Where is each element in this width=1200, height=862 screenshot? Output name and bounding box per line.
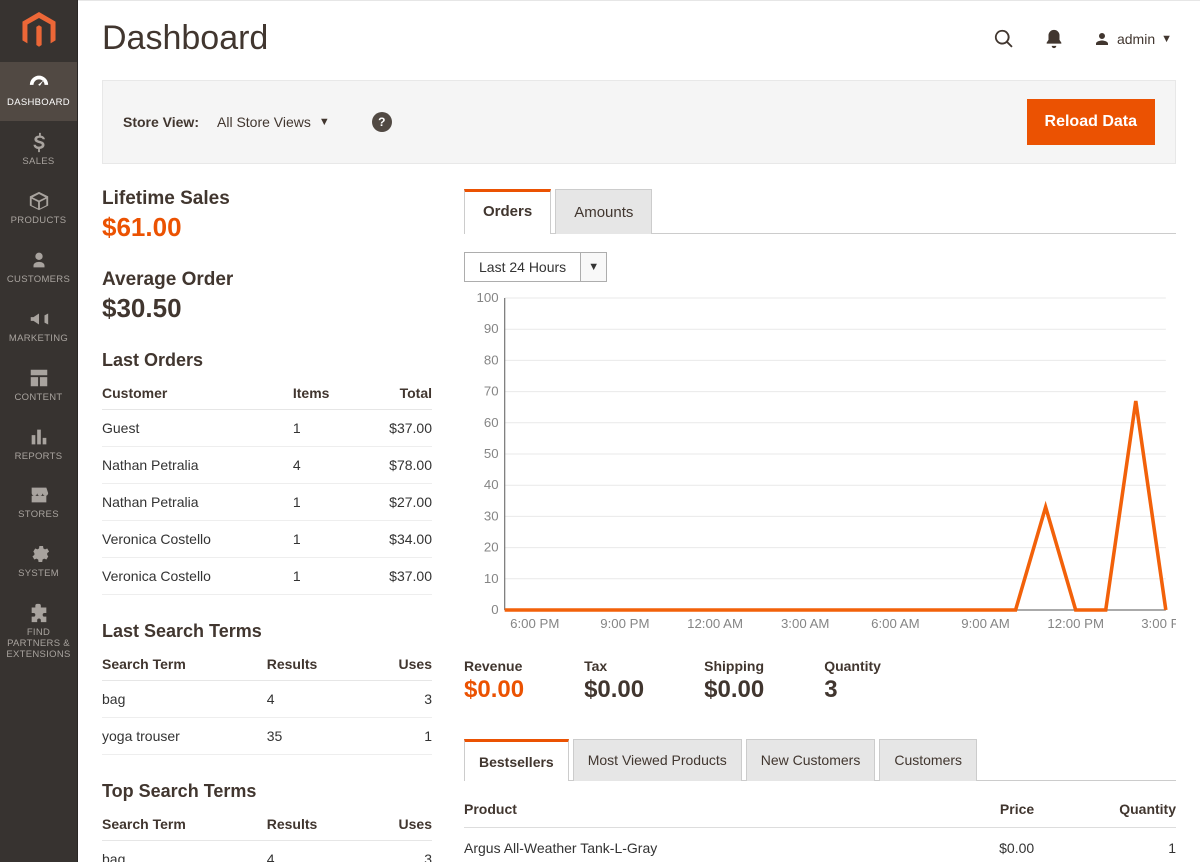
megaphone-icon <box>26 308 52 330</box>
nav-customers[interactable]: CUSTOMERS <box>0 239 77 298</box>
reload-data-button[interactable]: Reload Data <box>1027 99 1155 145</box>
nav-marketing[interactable]: MARKETING <box>0 298 77 357</box>
bell-icon[interactable] <box>1043 28 1065 50</box>
gauge-icon <box>26 72 52 94</box>
lifetime-sales-value: $61.00 <box>102 212 432 243</box>
table-row[interactable]: yoga trouser351 <box>102 718 432 755</box>
metric: Tax $0.00 <box>584 658 644 704</box>
svg-text:9:00 AM: 9:00 AM <box>961 616 1010 631</box>
average-order-label: Average Order <box>102 269 432 291</box>
tab-bestsellers[interactable]: Bestsellers <box>464 739 569 781</box>
tab-most-viewed[interactable]: Most Viewed Products <box>573 739 742 781</box>
nav-content[interactable]: CONTENT <box>0 357 77 416</box>
table-row[interactable]: bag43 <box>102 681 432 718</box>
layout-icon <box>26 367 52 389</box>
table-row[interactable]: Nathan Petralia4$78.00 <box>102 447 432 484</box>
bar-chart-icon <box>26 426 52 448</box>
table-row[interactable]: Veronica Costello1$37.00 <box>102 558 432 595</box>
box-icon <box>26 190 52 212</box>
svg-text:10: 10 <box>484 571 499 586</box>
left-column: Lifetime Sales $61.00 Average Order $30.… <box>102 188 432 862</box>
tab-new-customers[interactable]: New Customers <box>746 739 876 781</box>
help-icon[interactable]: ? <box>372 112 392 132</box>
svg-text:100: 100 <box>477 290 499 305</box>
table-row[interactable]: Nathan Petralia1$27.00 <box>102 484 432 521</box>
nav-sales[interactable]: SALES <box>0 121 77 180</box>
nav-products[interactable]: PRODUCTS <box>0 180 77 239</box>
bestsellers-table: Product Price Quantity Argus All-Weather… <box>464 791 1176 862</box>
orders-chart: 0 10 20 30 40 50 60 70 80 90 100 6:00 PM 9:00 PM 12:0… <box>464 290 1176 640</box>
orders-amounts-tabs: Orders Amounts <box>464 188 1176 234</box>
table-row[interactable]: Argus All-Weather Tank-L-Gray$0.001 <box>464 828 1176 862</box>
admin-sidebar: DASHBOARD SALES PRODUCTS CUSTOMERS MARKE… <box>0 0 78 862</box>
search-icon[interactable] <box>993 28 1015 50</box>
svg-text:40: 40 <box>484 477 499 492</box>
tab-orders[interactable]: Orders <box>464 189 551 234</box>
svg-text:6:00 AM: 6:00 AM <box>871 616 920 631</box>
svg-text:80: 80 <box>484 353 499 368</box>
time-range-select[interactable]: Last 24 Hours ▼ <box>464 252 607 282</box>
chevron-down-icon: ▼ <box>319 116 330 128</box>
nav-dashboard[interactable]: DASHBOARD <box>0 62 77 121</box>
last-orders-table: Customer Items Total Guest1$37.00Nathan … <box>102 377 432 595</box>
storefront-icon <box>26 484 52 506</box>
chevron-down-icon: ▼ <box>1161 33 1172 45</box>
nav-stores[interactable]: STORES <box>0 474 77 533</box>
nav-reports[interactable]: REPORTS <box>0 416 77 475</box>
svg-text:12:00 PM: 12:00 PM <box>1047 616 1104 631</box>
svg-text:0: 0 <box>491 602 498 617</box>
metric: Revenue $0.00 <box>464 658 524 704</box>
puzzle-icon <box>26 602 52 624</box>
main-area: Dashboard admin ▼ Store View: All Store … <box>78 0 1200 862</box>
store-view-select[interactable]: All Store Views ▼ <box>217 114 330 130</box>
table-row[interactable]: bag43 <box>102 841 432 862</box>
svg-text:20: 20 <box>484 540 499 555</box>
last-orders-title: Last Orders <box>102 350 432 371</box>
admin-name: admin <box>1117 31 1155 47</box>
average-order-value: $30.50 <box>102 293 432 324</box>
dollar-icon <box>26 131 52 153</box>
gear-icon <box>26 543 52 565</box>
svg-text:70: 70 <box>484 384 499 399</box>
nav-partners[interactable]: FIND PARTNERS & EXTENSIONS <box>0 592 77 673</box>
page-title: Dashboard <box>102 19 268 58</box>
last-search-table: Search Term Results Uses bag43yoga trous… <box>102 648 432 755</box>
svg-text:3:00 AM: 3:00 AM <box>781 616 830 631</box>
topbar: Dashboard admin ▼ <box>78 0 1200 66</box>
svg-text:90: 90 <box>484 321 499 336</box>
top-search-title: Top Search Terms <box>102 781 432 802</box>
user-icon <box>1093 30 1111 48</box>
magento-logo-icon <box>22 12 56 50</box>
tab-customers[interactable]: Customers <box>879 739 977 781</box>
person-icon <box>26 249 52 271</box>
lifetime-sales-label: Lifetime Sales <box>102 188 432 210</box>
lower-tabs: Bestsellers Most Viewed Products New Cus… <box>464 738 1176 781</box>
svg-text:12:00 AM: 12:00 AM <box>687 616 743 631</box>
svg-text:60: 60 <box>484 415 499 430</box>
magento-logo[interactable] <box>0 0 77 62</box>
svg-text:3:00 PM: 3:00 PM <box>1141 616 1176 631</box>
svg-text:30: 30 <box>484 509 499 524</box>
scope-bar: Store View: All Store Views ▼ ? Reload D… <box>102 80 1176 164</box>
svg-text:6:00 PM: 6:00 PM <box>510 616 559 631</box>
right-column: Orders Amounts Last 24 Hours ▼ 0 10 20 30 40… <box>464 188 1176 862</box>
table-row[interactable]: Veronica Costello1$34.00 <box>102 521 432 558</box>
last-search-title: Last Search Terms <box>102 621 432 642</box>
svg-text:50: 50 <box>484 446 499 461</box>
nav-system[interactable]: SYSTEM <box>0 533 77 592</box>
admin-account-menu[interactable]: admin ▼ <box>1093 30 1172 48</box>
metric: Shipping $0.00 <box>704 658 764 704</box>
chevron-down-icon[interactable]: ▼ <box>580 253 606 281</box>
svg-text:9:00 PM: 9:00 PM <box>600 616 649 631</box>
metric: Quantity 3 <box>824 658 881 704</box>
table-row[interactable]: Guest1$37.00 <box>102 410 432 447</box>
metrics-row: Revenue $0.00 Tax $0.00 Shipping $0.00 Quan… <box>464 658 1176 704</box>
top-search-table: Search Term Results Uses bag43yoga trous… <box>102 808 432 862</box>
store-view-label: Store View: <box>123 114 199 130</box>
tab-amounts[interactable]: Amounts <box>555 189 652 234</box>
